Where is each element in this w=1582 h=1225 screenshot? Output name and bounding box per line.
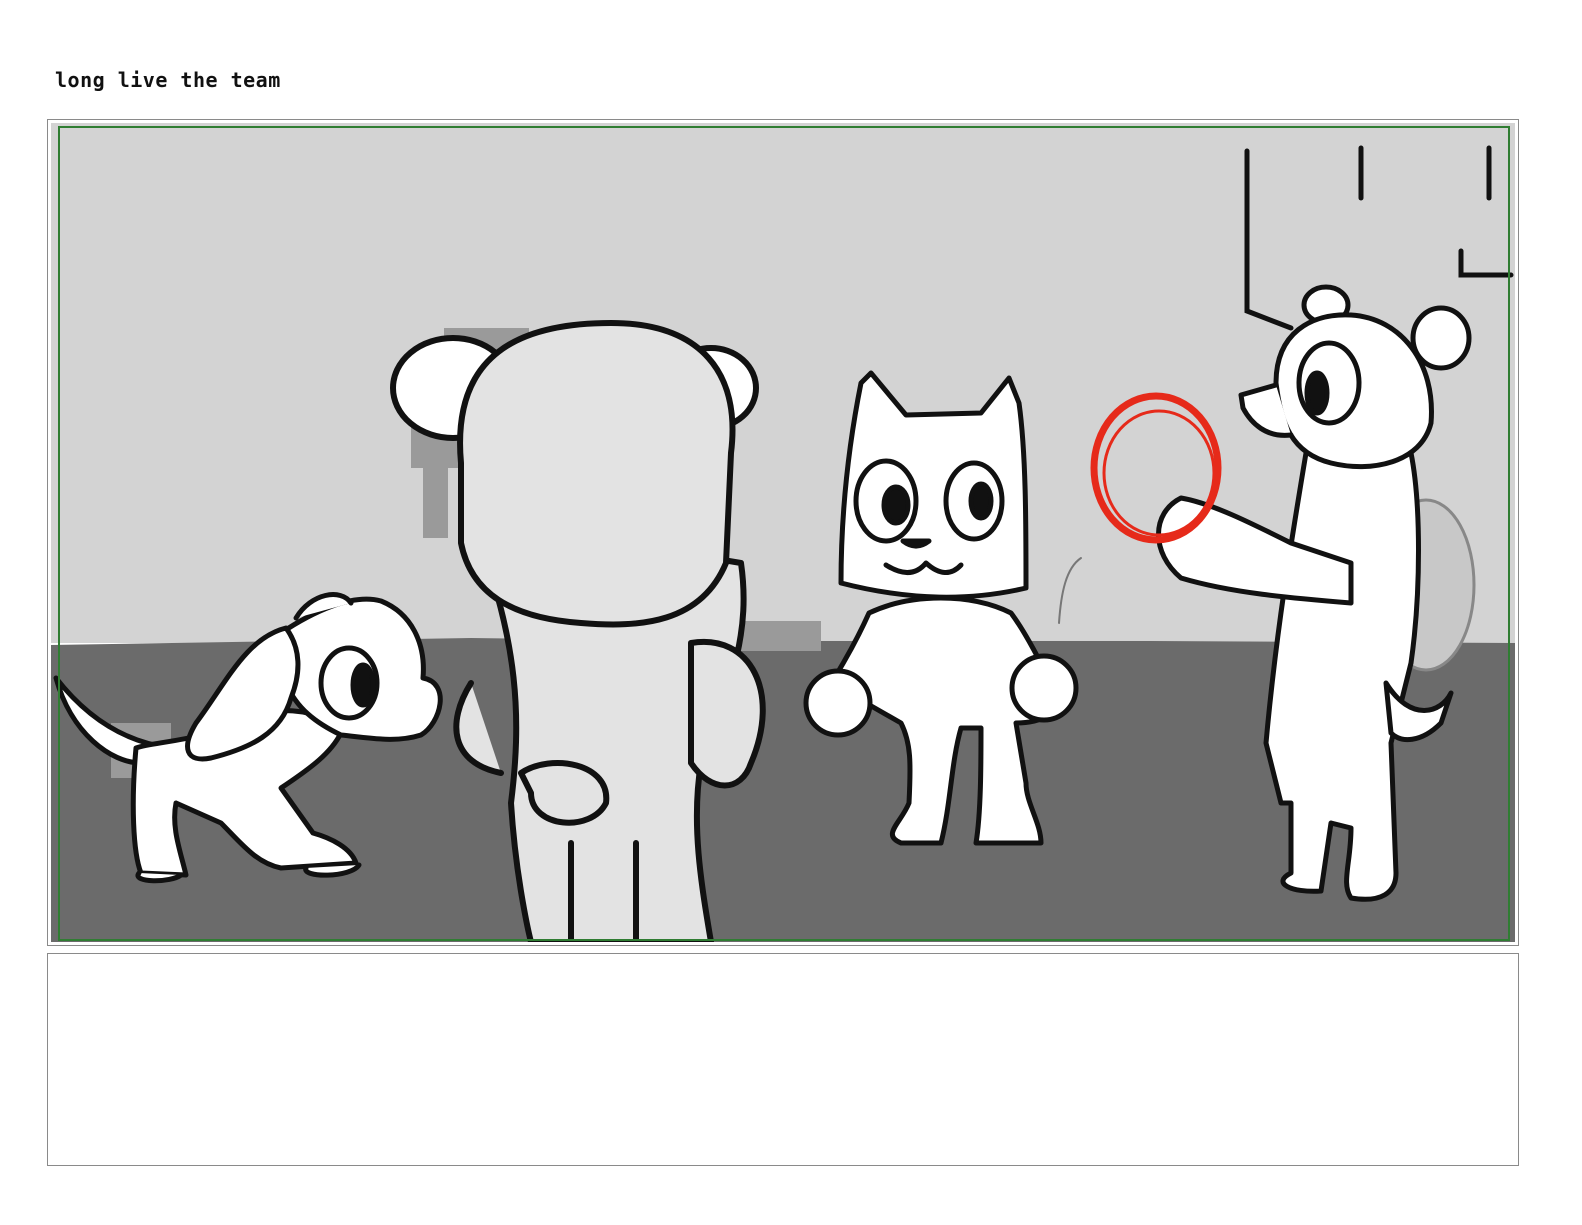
page-title: long live the team — [55, 68, 281, 92]
panel-notes-box[interactable] — [47, 953, 1519, 1166]
panel-drawing — [51, 123, 1515, 942]
storyboard-panel[interactable] — [47, 119, 1519, 946]
